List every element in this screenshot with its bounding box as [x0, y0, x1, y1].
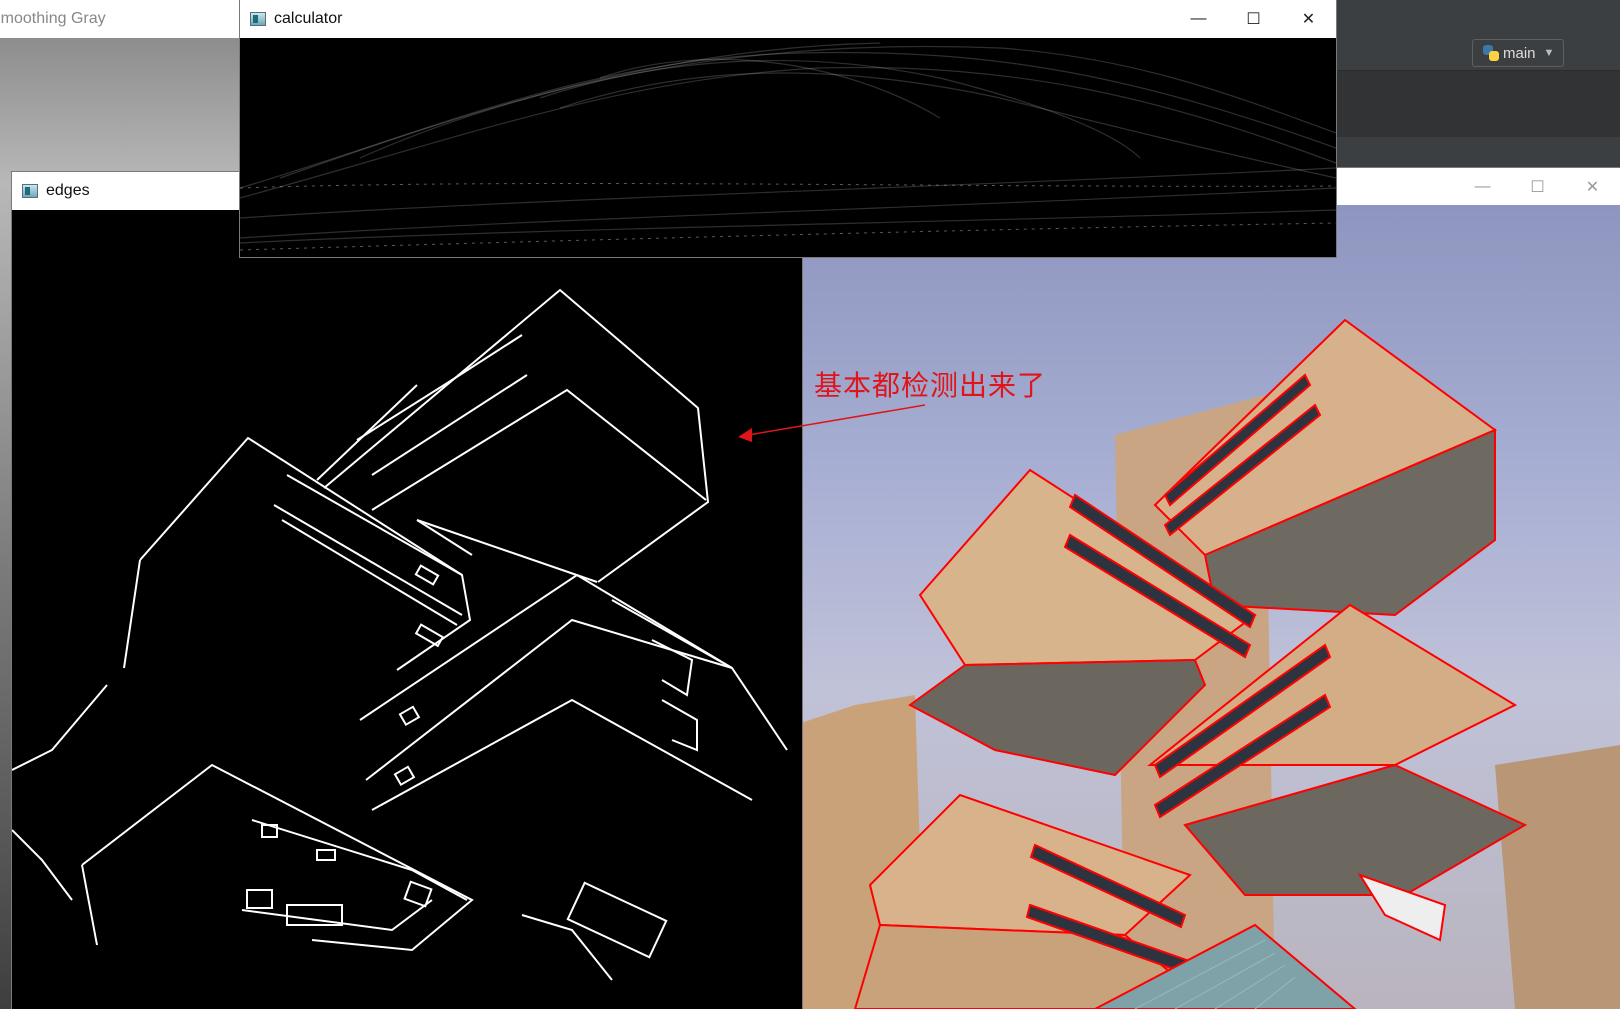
minimize-button[interactable]: — [1455, 168, 1510, 206]
building-with-contours [795, 318, 1620, 1009]
run-config-label: main [1503, 44, 1536, 62]
minimize-button[interactable]: — [1171, 0, 1226, 38]
chevron-down-icon: ▼ [1543, 47, 1555, 59]
edge-lines [12, 288, 788, 981]
python-icon [1483, 45, 1499, 61]
close-button[interactable]: ✕ [1565, 168, 1620, 206]
maximize-button[interactable]: ☐ [1510, 168, 1565, 206]
window-title: edges [46, 182, 90, 199]
close-button[interactable]: ✕ [1281, 0, 1336, 38]
maximize-icon: ☐ [1530, 179, 1545, 196]
calculator-titlebar[interactable]: calculator — ☐ ✕ [240, 0, 1336, 38]
hough-space-curves [240, 42, 1336, 251]
minimize-icon: — [1190, 10, 1207, 27]
close-icon: ✕ [1585, 179, 1600, 196]
building-photo [795, 205, 1620, 1009]
opencv-window-icon [22, 184, 38, 198]
close-icon: ✕ [1301, 11, 1316, 28]
ide-tab-strip [1337, 70, 1620, 137]
annotation-text: 基本都检测出来了 [814, 369, 1047, 402]
minimize-icon: — [1474, 178, 1491, 195]
smoothing-titlebar[interactable]: Smoothing Gray [0, 0, 250, 38]
edges-window[interactable]: edges [12, 172, 802, 1009]
opencv-window-icon [250, 12, 266, 26]
maximize-icon: ☐ [1246, 11, 1261, 28]
edges-canvas [12, 210, 802, 1009]
window-title: Smoothing Gray [0, 10, 106, 27]
detection-result-window[interactable]: — ☐ ✕ [795, 168, 1620, 1009]
hough-accumulator-image [240, 38, 1336, 257]
maximize-button[interactable]: ☐ [1226, 0, 1281, 38]
calculator-window[interactable]: calculator — ☐ ✕ [240, 0, 1336, 257]
window-title: calculator [274, 10, 343, 27]
run-configuration-dropdown[interactable]: main ▼ [1472, 39, 1564, 67]
